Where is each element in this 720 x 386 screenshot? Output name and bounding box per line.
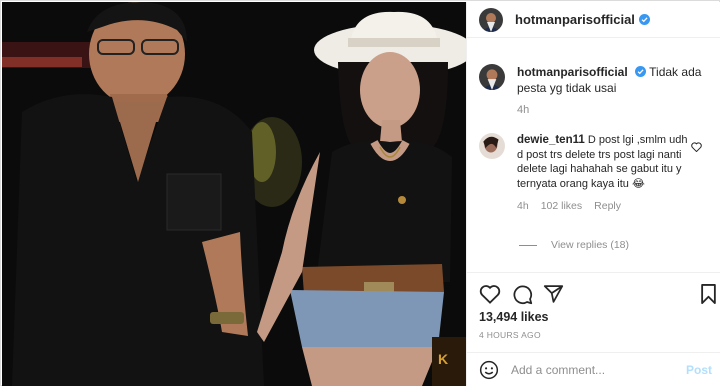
caption-username[interactable]: hotmanparisofficial xyxy=(517,65,628,79)
post-photo[interactable]: K xyxy=(2,2,466,386)
svg-text:K: K xyxy=(438,351,448,367)
author-username[interactable]: hotmanparisofficial xyxy=(515,12,635,27)
post-panel: hotmanparisofficial hotmanparisofficial … xyxy=(466,2,720,386)
verified-icon xyxy=(635,66,647,77)
add-comment-bar: Add a comment... Post xyxy=(467,352,720,386)
comment-likes[interactable]: 102 likes xyxy=(541,199,582,214)
photo-image: K xyxy=(2,2,466,386)
comment-reply-button[interactable]: Reply xyxy=(594,199,621,214)
view-replies-line xyxy=(519,244,537,246)
caption-avatar[interactable] xyxy=(479,64,505,90)
actions-divider xyxy=(467,272,720,273)
post-comment-button[interactable]: Post xyxy=(686,363,712,377)
commenter-avatar[interactable] xyxy=(479,133,505,159)
comment: dewie_ten11 D post lgi ,smlm udh d post … xyxy=(479,133,715,214)
comment-emoji: 😂 xyxy=(631,177,645,190)
view-replies-label: View replies (18) xyxy=(551,239,630,251)
comment-input[interactable]: Add a comment... xyxy=(511,363,686,377)
comment-meta: 4h 102 likes Reply xyxy=(517,199,692,214)
emoji-icon[interactable] xyxy=(479,360,499,380)
likes-count[interactable]: 13,494 likes xyxy=(479,310,549,324)
caption-age[interactable]: 4h xyxy=(517,102,715,118)
comment-username[interactable]: dewie_ten11 xyxy=(517,134,585,146)
heart-icon[interactable] xyxy=(479,284,501,304)
bookmark-icon[interactable] xyxy=(700,284,717,304)
comment-icon[interactable] xyxy=(512,284,533,305)
view-replies-button[interactable]: View replies (18) xyxy=(519,239,629,251)
author-avatar[interactable] xyxy=(479,7,503,32)
action-bar xyxy=(479,284,719,306)
post-timestamp[interactable]: 4 HOURS AGO xyxy=(479,330,541,340)
verified-icon xyxy=(638,14,650,25)
comment-body: dewie_ten11 D post lgi ,smlm udh d post … xyxy=(517,133,692,214)
comment-age[interactable]: 4h xyxy=(517,199,529,214)
caption: hotmanparisofficial Tidak ada pesta yg t… xyxy=(479,64,715,118)
comment-like-heart-icon[interactable] xyxy=(691,142,702,152)
caption-body: hotmanparisofficial Tidak ada pesta yg t… xyxy=(517,64,715,118)
instagram-post: K hotmanparisofficial hotmanparisofficia… xyxy=(0,0,720,386)
post-header: hotmanparisofficial xyxy=(467,2,720,38)
share-icon[interactable] xyxy=(543,284,564,304)
